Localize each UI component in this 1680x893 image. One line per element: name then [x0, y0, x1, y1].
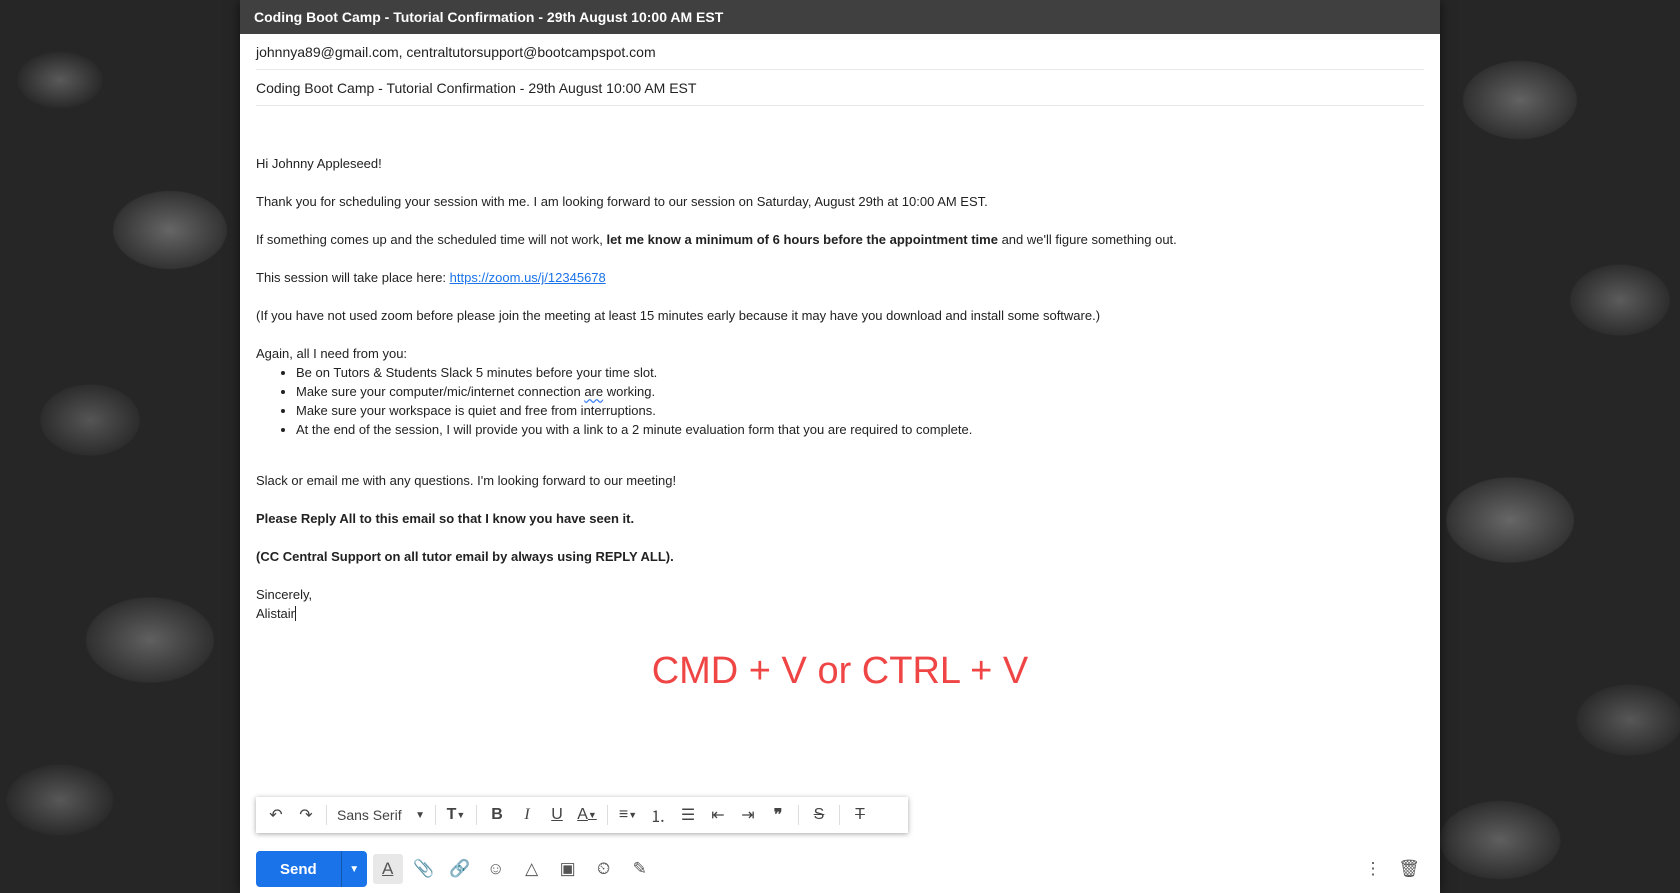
- formatting-options-icon[interactable]: A: [372, 854, 403, 884]
- align-icon[interactable]: ≡ ▼: [614, 801, 642, 829]
- send-button[interactable]: Send ▼: [256, 851, 367, 887]
- compose-title-bar[interactable]: Coding Boot Camp - Tutorial Confirmation…: [240, 0, 1440, 34]
- paragraph-reschedule: If something comes up and the scheduled …: [256, 230, 1424, 249]
- list-item: Be on Tutors & Students Slack 5 minutes …: [296, 363, 1424, 382]
- indent-more-icon[interactable]: ⇥: [734, 801, 762, 829]
- reschedule-bold: let me know a minimum of 6 hours before …: [606, 232, 998, 247]
- reschedule-text-post: and we'll figure something out.: [997, 232, 1177, 247]
- attach-icon[interactable]: 📎: [409, 854, 439, 884]
- divider: [476, 805, 477, 825]
- trash-icon[interactable]: 🗑: [1394, 854, 1424, 884]
- closing-line: Slack or email me with any questions. I'…: [256, 473, 677, 488]
- list-item-text: Make sure your computer/mic/internet con…: [296, 384, 585, 399]
- signature-name: Alistair: [256, 606, 297, 621]
- emoji-icon[interactable]: ☺: [481, 854, 511, 884]
- divider: [326, 805, 327, 825]
- font-family-value: Sans Serif: [337, 807, 402, 823]
- numbered-list-icon[interactable]: ⒈: [644, 801, 672, 829]
- subject-value: Coding Boot Camp - Tutorial Confirmation…: [256, 79, 697, 96]
- photo-icon[interactable]: ▣: [553, 854, 583, 884]
- signature-icon[interactable]: ✎: [625, 854, 655, 884]
- divider: [607, 805, 608, 825]
- paragraph-zoom-note: (If you have not used zoom before please…: [256, 308, 1101, 323]
- message-body[interactable]: Hi Johnny Appleseed! Thank you for sched…: [240, 106, 1440, 623]
- remove-formatting-icon[interactable]: T: [846, 801, 874, 829]
- list-item: Make sure your computer/mic/internet con…: [296, 382, 1424, 401]
- reply-all-request: Please Reply All to this email so that I…: [256, 511, 635, 526]
- greeting: Hi Johnny Appleseed!: [256, 156, 382, 171]
- font-family-select[interactable]: Sans Serif ▼: [333, 801, 429, 829]
- cc-note: (CC Central Support on all tutor email b…: [256, 549, 674, 564]
- bulleted-list-icon[interactable]: ☰: [674, 801, 702, 829]
- send-label: Send: [280, 860, 317, 878]
- divider: [839, 805, 840, 825]
- underline-icon[interactable]: U: [543, 801, 571, 829]
- send-options-icon[interactable]: ▼: [340, 851, 367, 887]
- spellcheck-flag[interactable]: are: [584, 384, 603, 399]
- redo-icon[interactable]: ↷: [292, 801, 320, 829]
- formatting-toolbar: ↶ ↷ Sans Serif ▼ T ▼ B I U A ▼ ≡ ▼ ⒈ ☰ ⇤ ⇥ …: [256, 797, 908, 833]
- list-item: At the end of the session, I will provid…: [296, 420, 1424, 439]
- divider: [798, 805, 799, 825]
- window-title: Coding Boot Camp - Tutorial Confirmation…: [254, 9, 724, 25]
- paragraph-thanks: Thank you for scheduling your session wi…: [256, 194, 988, 209]
- bold-icon[interactable]: B: [483, 801, 511, 829]
- italic-icon[interactable]: I: [513, 801, 541, 829]
- reschedule-text-pre: If something comes up and the scheduled …: [256, 232, 607, 247]
- strikethrough-icon[interactable]: S: [805, 801, 833, 829]
- paragraph-location: This session will take place here: https…: [256, 268, 1424, 287]
- subject-field[interactable]: Coding Boot Camp - Tutorial Confirmation…: [256, 70, 1424, 106]
- recipients-value: johnnya89@gmail.com, centraltutorsupport…: [256, 43, 656, 60]
- requirements-list: Be on Tutors & Students Slack 5 minutes …: [296, 363, 1424, 439]
- confidential-mode-icon[interactable]: ⏲: [589, 854, 619, 884]
- more-options-icon[interactable]: ⋮: [1358, 854, 1388, 884]
- paste-hint: CMD + V or CTRL + V: [651, 650, 1029, 692]
- compose-window: Coding Boot Camp - Tutorial Confirmation…: [240, 0, 1440, 893]
- location-text: This session will take place here:: [256, 270, 450, 285]
- quote-icon[interactable]: ❞: [764, 801, 792, 829]
- list-item: Make sure your workspace is quiet and fr…: [296, 401, 1424, 420]
- list-item-tail: working.: [603, 384, 656, 399]
- zoom-link[interactable]: https://zoom.us/j/12345678: [450, 270, 606, 285]
- compose-actions: Send ▼ A 📎 🔗 ☺ △ ▣ ⏲ ✎ ⋮ 🗑: [256, 851, 1424, 887]
- undo-icon[interactable]: ↶: [262, 801, 290, 829]
- chevron-down-icon: ▼: [415, 809, 425, 821]
- recipients-field[interactable]: johnnya89@gmail.com, centraltutorsupport…: [256, 34, 1424, 70]
- signoff: Sincerely,: [256, 587, 313, 602]
- link-icon[interactable]: 🔗: [445, 854, 475, 884]
- text-color-icon[interactable]: A ▼: [573, 801, 601, 829]
- indent-less-icon[interactable]: ⇤: [704, 801, 732, 829]
- list-intro: Again, all I need from you:: [256, 346, 408, 361]
- divider: [435, 805, 436, 825]
- drive-icon[interactable]: △: [517, 854, 547, 884]
- text-size-icon[interactable]: T ▼: [442, 801, 470, 829]
